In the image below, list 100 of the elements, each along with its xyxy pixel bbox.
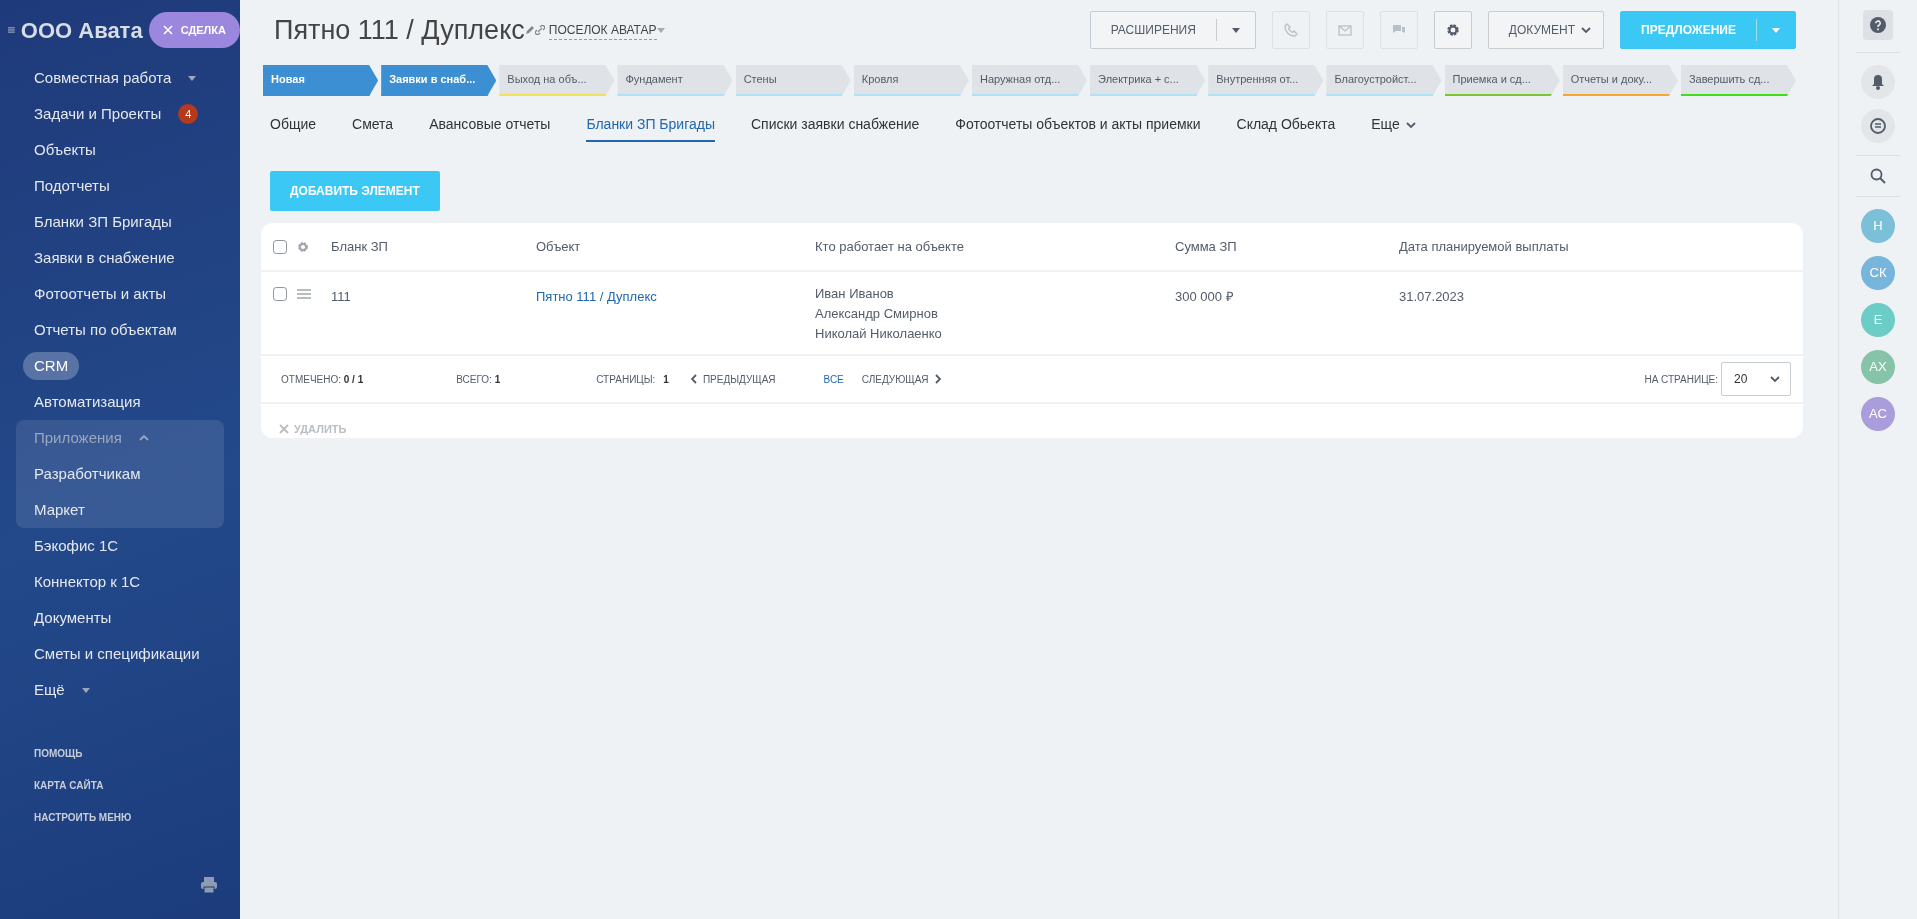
column-header[interactable]: Дата планируемой выплаты <box>1399 238 1569 254</box>
settings-icon[interactable] <box>297 240 309 253</box>
menu-item[interactable]: Подотчеты <box>23 171 121 201</box>
stage-step[interactable]: Кровля <box>853 65 969 96</box>
category-link[interactable]: ПОСЕЛОК АВАТАР <box>548 20 657 40</box>
column-header[interactable]: Кто работает на объекте <box>815 238 964 254</box>
footer-link[interactable]: КАРТА САЙТА <box>0 770 240 802</box>
menu-item[interactable]: Задачи и Проекты <box>23 99 173 129</box>
menu-item[interactable]: Маркет <box>23 495 96 525</box>
tab[interactable]: Еще <box>1357 114 1430 143</box>
checked-count-value: 0 / 1 <box>343 373 364 385</box>
caret-icon <box>81 687 90 693</box>
stage-step[interactable]: Стены <box>735 65 851 96</box>
worker-name: Николай Николаенко <box>815 325 942 343</box>
table-cell: 300 000 ₽ <box>1175 289 1234 304</box>
help-button[interactable] <box>1863 10 1893 40</box>
help-icon <box>1870 17 1886 33</box>
chevron-up-icon <box>138 435 149 441</box>
menu-item[interactable]: Документы <box>23 603 123 633</box>
menu-item[interactable]: Бэкофис 1С <box>23 531 130 561</box>
chevron-down-icon <box>1581 27 1592 33</box>
pages-label: СТРАНИЦЫ: <box>596 373 656 385</box>
counter-badge: 4 <box>178 103 199 125</box>
object-link[interactable]: Пятно 111 / Дуплекс <box>536 289 657 304</box>
stage-step[interactable]: Наружная отд... <box>971 65 1088 96</box>
tab[interactable]: Склад Обьекта <box>1222 114 1350 143</box>
menu-item[interactable]: Сметы и спецификации <box>23 639 211 669</box>
menu-item[interactable]: CRM <box>23 351 80 381</box>
previous-page-link[interactable]: ПРЕДЫДУЩАЯ <box>690 371 776 387</box>
footer-link[interactable]: НАСТРОИТЬ МЕНЮ <box>0 802 240 834</box>
search-icon[interactable] <box>1870 168 1886 184</box>
caret-icon <box>1772 27 1780 33</box>
company-name: ООО Авата <box>20 16 143 45</box>
menu-item[interactable]: Объекты <box>23 135 107 165</box>
tab[interactable]: Смета <box>338 114 408 143</box>
chevron-right-icon <box>934 374 941 384</box>
menu-item[interactable]: Совместная работа <box>23 63 183 93</box>
chat-button[interactable] <box>1861 109 1895 143</box>
menu-item[interactable]: Ещё <box>23 675 76 705</box>
menu-item[interactable]: Отчеты по объектам <box>23 315 188 345</box>
all-pages-link[interactable]: ВСЕ <box>823 371 844 387</box>
caret-icon <box>656 27 665 33</box>
chat-icon <box>1869 117 1887 135</box>
caret-icon <box>188 75 197 81</box>
settings-icon <box>1445 23 1460 37</box>
bell-icon <box>1871 74 1885 90</box>
document-button[interactable]: ДОКУМЕНТ <box>1487 11 1605 49</box>
checked-count-label: ОТМЕЧЕНО: <box>281 373 341 385</box>
menu-item[interactable]: Коннектор к 1С <box>23 567 152 597</box>
stage-step[interactable]: Фундамент <box>617 65 733 96</box>
notifications-button[interactable] <box>1861 65 1895 99</box>
menu-item[interactable]: Автоматизация <box>23 387 152 417</box>
total-count-value: 1 <box>494 373 501 385</box>
footer-link[interactable]: ПОМОЩЬ <box>0 738 240 770</box>
tab[interactable]: Списки заявки снабжение <box>737 114 934 143</box>
stage-step[interactable]: Электрика + с... <box>1090 65 1206 96</box>
column-header[interactable]: Сумма ЗП <box>1175 238 1237 254</box>
stage-step[interactable]: Внутренняя от... <box>1208 65 1324 96</box>
tab[interactable]: Авансовые отчеты <box>415 114 565 143</box>
stage-step[interactable]: Новая <box>263 65 379 96</box>
menu-item[interactable]: Бланки ЗП Бригады <box>23 207 183 237</box>
stage-step[interactable]: Выход на объ... <box>499 65 615 96</box>
row-checkbox[interactable] <box>273 287 287 301</box>
phone-icon <box>1283 23 1298 37</box>
stage-step[interactable]: Отчеты и доку... <box>1562 65 1678 96</box>
table-cell: 31.07.2023 <box>1399 289 1465 304</box>
pencil-icon[interactable] <box>524 25 535 35</box>
menu-item[interactable]: Разработчикам <box>23 459 152 489</box>
tab[interactable]: Общие <box>256 114 331 143</box>
chevron-down-icon <box>1770 376 1780 382</box>
worker-name: Иван Иванов <box>815 285 894 303</box>
per-page-label: НА СТРАНИЦЕ: <box>1644 372 1718 387</box>
per-page-select[interactable]: 20 <box>1721 362 1791 396</box>
mail-icon <box>1337 23 1352 37</box>
extensions-button[interactable]: РАСШИРЕНИЯ <box>1089 11 1256 49</box>
current-page[interactable]: 1 <box>663 373 669 385</box>
table-cell: 111 <box>331 289 351 304</box>
close-icon <box>279 424 289 435</box>
caret-icon <box>1231 27 1240 33</box>
chevron-left-icon <box>690 374 697 384</box>
tab[interactable]: Бланки ЗП Бригады <box>572 114 729 143</box>
total-count-label: ВСЕГО: <box>456 373 492 385</box>
page-title: Пятно 111 / Дуплекс <box>274 13 525 47</box>
stage-step[interactable]: Приемка и сд... <box>1444 65 1560 96</box>
stage-step[interactable]: Благоустройст... <box>1326 65 1442 96</box>
menu-item[interactable]: Фотоотчеты и акты <box>23 279 178 309</box>
tab[interactable]: Фотоотчеты объектов и акты приемки <box>941 114 1215 143</box>
column-header[interactable]: Объект <box>536 238 581 254</box>
next-page-link[interactable]: СЛЕДУЮЩАЯ <box>861 371 941 387</box>
stage-step[interactable]: Завершить сд... <box>1680 65 1797 96</box>
chevron-down-icon <box>1405 122 1416 129</box>
close-icon <box>162 25 173 35</box>
menu-item[interactable]: Заявки в снабжение <box>23 243 186 273</box>
select-all-checkbox[interactable] <box>273 239 287 254</box>
drag-handle-icon[interactable] <box>297 289 311 299</box>
settings-button[interactable] <box>1433 11 1472 49</box>
stage-step[interactable]: Заявки в снаб... <box>381 65 497 96</box>
printer-icon[interactable] <box>200 876 218 894</box>
column-header[interactable]: Бланк ЗП <box>331 238 388 254</box>
worker-name: Александр Смирнов <box>815 305 938 323</box>
